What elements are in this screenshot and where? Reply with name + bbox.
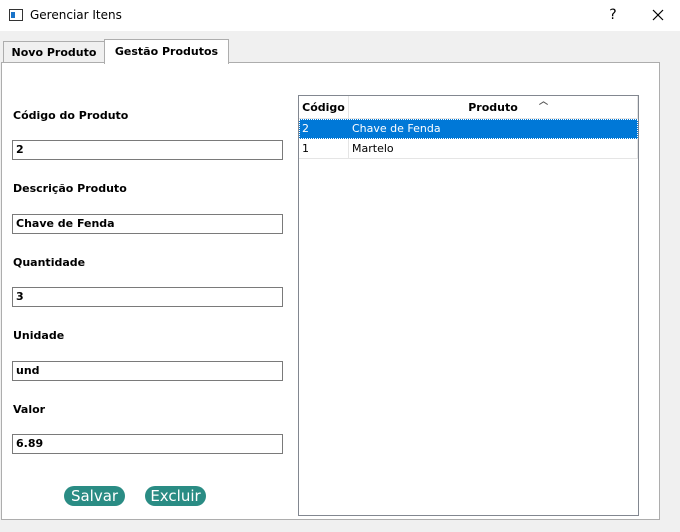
codigo-label: Código do Produto [13,109,129,122]
salvar-button[interactable]: Salvar [64,486,125,506]
close-icon[interactable] [646,4,670,26]
table-row[interactable]: 2 Chave de Fenda [299,119,638,139]
quantidade-label: Quantidade [13,256,86,269]
valor-field[interactable]: 6.89 [12,434,283,454]
quantidade-field[interactable]: 3 [12,287,283,307]
cell-codigo: 1 [299,139,349,159]
window-bottom-edge [0,520,680,532]
cell-produto: Chave de Fenda [349,119,638,139]
column-header-produto[interactable]: ︿ Produto [349,96,638,119]
cell-produto: Martelo [349,139,638,159]
help-button[interactable]: ? [602,4,624,26]
unidade-field[interactable]: und [12,361,283,381]
window-title: Gerenciar Itens [30,8,122,22]
valor-label: Valor [13,403,46,416]
window-app-icon [9,9,23,21]
title-bar: Gerenciar Itens ? [0,0,680,31]
column-header-produto-label: Produto [468,101,518,114]
codigo-field[interactable]: 2 [12,140,283,160]
products-table[interactable]: Código ︿ Produto 2 Chave de Fenda 1 Mart… [298,95,639,516]
cell-codigo: 2 [299,119,349,139]
tab-novo-produto[interactable]: Novo Produto [3,41,105,63]
table-row[interactable]: 1 Martelo [299,139,638,159]
column-header-codigo[interactable]: Código [299,96,349,119]
tab-gestao-produtos[interactable]: Gestão Produtos [104,39,229,64]
excluir-button[interactable]: Excluir [145,486,206,506]
sort-asc-icon: ︿ [539,97,549,107]
descricao-label: Descrição Produto [13,182,127,195]
descricao-field[interactable]: Chave de Fenda [12,214,283,234]
unidade-label: Unidade [13,329,65,342]
